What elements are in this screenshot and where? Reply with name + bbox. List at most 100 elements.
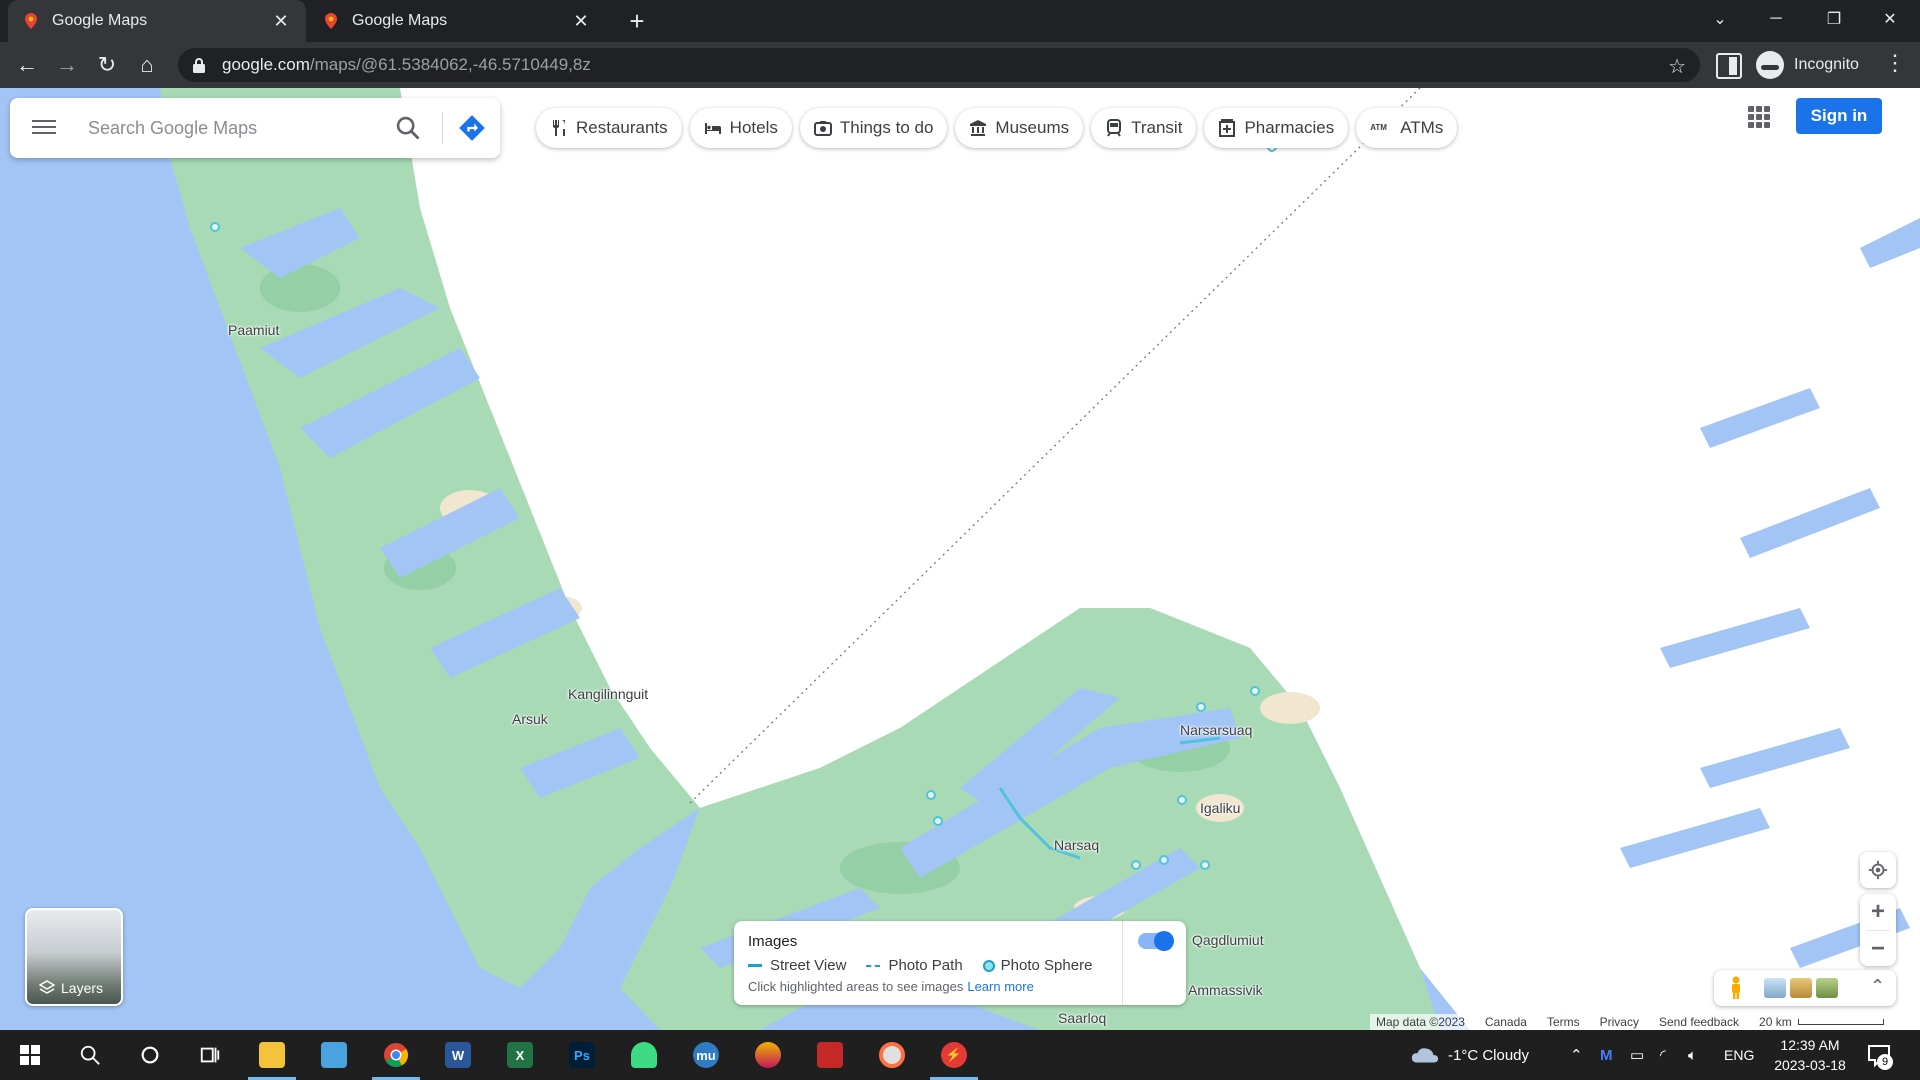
chip-things-to-do[interactable]: Things to do xyxy=(799,108,948,148)
tray-app-icon[interactable]: M xyxy=(1600,1030,1613,1080)
chip-restaurants[interactable]: Restaurants xyxy=(536,108,682,148)
bookmark-star-icon[interactable]: ☆ xyxy=(1668,54,1686,79)
images-toggle[interactable] xyxy=(1138,931,1174,951)
taskbar-chrome[interactable] xyxy=(368,1030,424,1080)
browser-menu-icon[interactable]: ⋮ xyxy=(1884,50,1906,76)
lock-icon[interactable] xyxy=(192,57,206,73)
windows-taskbar: W X Ps mu ⚡ -1°C Cloudy ⌃ M ▭ ◜ 🔈︎ ENG 1… xyxy=(0,1030,1920,1080)
taskbar-acrobat[interactable]: ⚡ xyxy=(926,1030,982,1080)
google-apps-icon[interactable] xyxy=(1748,106,1770,128)
address-bar[interactable]: google.com/maps/@61.5384062,-46.5710449,… xyxy=(178,48,1700,82)
restore-button[interactable]: ❐ xyxy=(1806,0,1862,38)
place-label-ammassivik[interactable]: Ammassivik xyxy=(1188,982,1263,998)
tray-overflow-chevron-icon[interactable]: ⌃ xyxy=(1570,1030,1583,1080)
reload-icon[interactable]: ↻ xyxy=(91,49,123,81)
taskbar-mu-app[interactable]: mu xyxy=(678,1030,734,1080)
place-label-kangilinnguit[interactable]: Kangilinnguit xyxy=(568,686,648,702)
taskbar-photoshop[interactable]: Ps xyxy=(554,1030,610,1080)
home-icon[interactable]: ⌂ xyxy=(131,49,163,81)
chip-hotels[interactable]: Hotels xyxy=(689,108,792,148)
privacy-link[interactable]: Privacy xyxy=(1600,1015,1639,1029)
terms-link[interactable]: Terms xyxy=(1547,1015,1580,1029)
place-label-saarloq[interactable]: Saarloq xyxy=(1058,1010,1106,1026)
close-tab-icon[interactable]: ✕ xyxy=(270,10,292,32)
task-view-button[interactable] xyxy=(182,1030,238,1080)
control-panel-icon xyxy=(321,1042,347,1068)
close-tab-icon[interactable]: ✕ xyxy=(570,10,592,32)
imagery-thumbnail[interactable] xyxy=(1790,978,1812,998)
taskbar-android-app[interactable] xyxy=(616,1030,672,1080)
cortana-button[interactable] xyxy=(122,1030,178,1080)
clock-date: 2023-03-18 xyxy=(1774,1057,1846,1073)
directions-icon[interactable] xyxy=(458,114,486,142)
tab-search-chevron-icon[interactable]: ⌄ xyxy=(1692,0,1748,38)
word-icon: W xyxy=(445,1042,471,1068)
taskbar-vpn-app[interactable] xyxy=(740,1030,796,1080)
photo-sphere-pin[interactable] xyxy=(1177,795,1187,805)
photo-sphere-pin[interactable] xyxy=(1196,702,1206,712)
chip-atms[interactable]: ATM ATMs xyxy=(1356,108,1458,148)
category-chips: Restaurants Hotels Things to do Museums … xyxy=(536,108,1458,148)
hint-text: Click highlighted areas to see images xyxy=(748,979,964,994)
close-window-button[interactable]: ✕ xyxy=(1862,0,1918,38)
zoom-in-button[interactable]: + xyxy=(1860,894,1896,930)
imagery-thumbnail[interactable] xyxy=(1816,978,1838,998)
forward-icon[interactable]: → xyxy=(51,49,83,81)
map-canvas[interactable]: Paamiut Kangilinnguit Arsuk Narsarsuaq I… xyxy=(0,88,1920,1030)
learn-more-link[interactable]: Learn more xyxy=(967,979,1033,994)
chip-pharmacies[interactable]: Pharmacies xyxy=(1204,108,1349,148)
layers-button[interactable]: Layers xyxy=(25,908,123,1006)
music-icon xyxy=(879,1042,905,1068)
taskbar-search-button[interactable] xyxy=(62,1030,118,1080)
place-label-igaliku[interactable]: Igaliku xyxy=(1200,800,1240,816)
browser-titlebar: Google Maps ✕ Google Maps ✕ + ⌄ ─ ❐ ✕ xyxy=(0,0,1920,42)
taskbar-control-panel[interactable] xyxy=(306,1030,362,1080)
imagery-thumbnail[interactable] xyxy=(1764,978,1786,998)
taskbar-file-explorer[interactable] xyxy=(244,1030,300,1080)
photo-sphere-pin[interactable] xyxy=(933,816,943,826)
new-tab-button[interactable]: + xyxy=(622,6,652,36)
volume-icon[interactable]: 🔈︎ xyxy=(1688,1030,1697,1080)
sign-in-button[interactable]: Sign in xyxy=(1796,98,1882,134)
browser-tab-1[interactable]: Google Maps ✕ xyxy=(8,0,306,42)
battery-icon[interactable]: ▭ xyxy=(1630,1030,1644,1080)
taskbar-excel[interactable]: X xyxy=(492,1030,548,1080)
taskbar-media-app[interactable] xyxy=(802,1030,858,1080)
place-label-paamiut[interactable]: Paamiut xyxy=(228,322,279,338)
country-link[interactable]: Canada xyxy=(1485,1015,1527,1029)
wifi-icon[interactable]: ◜ xyxy=(1660,1030,1666,1080)
place-label-narsaq[interactable]: Narsaq xyxy=(1054,837,1099,853)
place-label-qagdlumiut[interactable]: Qagdlumiut xyxy=(1192,932,1264,948)
search-icon[interactable] xyxy=(394,114,422,142)
photo-sphere-pin[interactable] xyxy=(1131,860,1141,870)
chevron-up-icon[interactable]: ⌃ xyxy=(1870,976,1885,997)
clock[interactable]: 12:39 AM 2023-03-18 xyxy=(1762,1035,1858,1075)
photo-sphere-pin[interactable] xyxy=(210,222,220,232)
browser-tab-2[interactable]: Google Maps ✕ xyxy=(308,0,606,42)
my-location-button[interactable] xyxy=(1860,852,1896,888)
photo-sphere-pin[interactable] xyxy=(926,790,936,800)
menu-icon[interactable] xyxy=(32,116,56,140)
taskbar-music-app[interactable] xyxy=(864,1030,920,1080)
side-panel-icon[interactable] xyxy=(1716,53,1742,79)
language-indicator[interactable]: ENG xyxy=(1724,1030,1754,1080)
send-feedback-link[interactable]: Send feedback xyxy=(1659,1015,1739,1029)
place-label-narsarsuaq[interactable]: Narsarsuaq xyxy=(1180,722,1252,738)
scale-bar[interactable]: 20 km xyxy=(1759,1015,1884,1029)
place-label-arsuk[interactable]: Arsuk xyxy=(512,711,548,727)
photo-sphere-pin[interactable] xyxy=(1159,855,1169,865)
chip-transit[interactable]: Transit xyxy=(1091,108,1197,148)
zoom-out-button[interactable]: − xyxy=(1860,931,1896,967)
incognito-profile[interactable]: Incognito xyxy=(1756,48,1859,82)
weather-widget[interactable]: -1°C Cloudy xyxy=(1410,1030,1529,1080)
pegman-icon[interactable] xyxy=(1728,976,1744,1000)
minimize-button[interactable]: ─ xyxy=(1748,0,1804,38)
chip-museums[interactable]: Museums xyxy=(955,108,1084,148)
taskbar-word[interactable]: W xyxy=(430,1030,486,1080)
search-input[interactable] xyxy=(88,112,378,144)
photo-sphere-pin[interactable] xyxy=(1250,686,1260,696)
photoshop-icon: Ps xyxy=(569,1042,595,1068)
photo-sphere-pin[interactable] xyxy=(1200,860,1210,870)
back-icon[interactable]: ← xyxy=(11,49,43,81)
start-button[interactable] xyxy=(2,1030,58,1080)
